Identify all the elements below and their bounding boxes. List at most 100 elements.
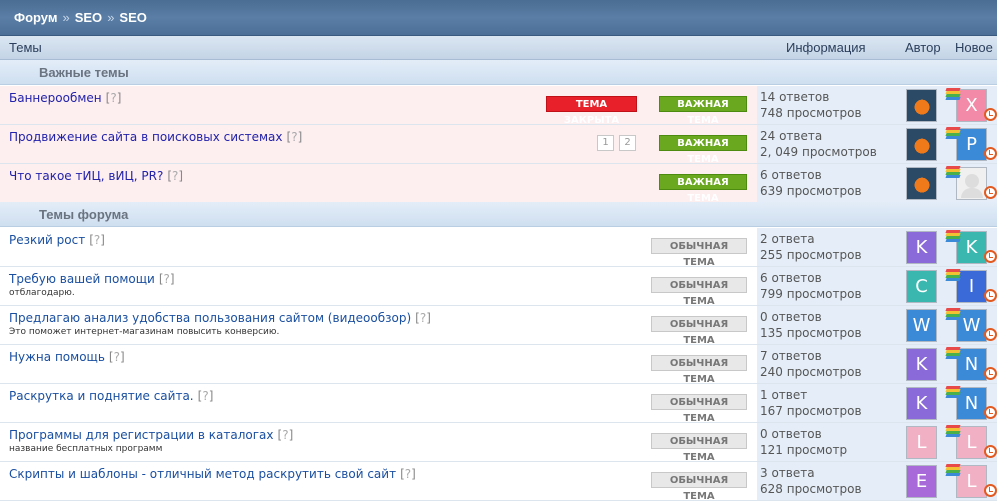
- topic-title-link[interactable]: Скрипты и шаблоны - отличный метод раскр…: [9, 467, 416, 481]
- topic-preview-icon[interactable]: [?]: [109, 350, 125, 364]
- goto-newest-icon[interactable]: [945, 308, 961, 324]
- topic-title-text[interactable]: Раскрутка и поднятие сайта.: [9, 389, 194, 403]
- clock-icon[interactable]: [984, 406, 997, 419]
- avatar-letter: L: [966, 471, 977, 492]
- goto-newest-icon[interactable]: [945, 230, 961, 246]
- topic-title-link[interactable]: Баннерообмен [?]: [9, 91, 121, 105]
- topic-title-text[interactable]: Нужна помощь: [9, 350, 105, 364]
- topic-preview-icon[interactable]: [?]: [198, 389, 214, 403]
- author-avatar[interactable]: [906, 128, 937, 161]
- clock-icon[interactable]: [984, 108, 997, 121]
- last-poster-avatar[interactable]: L: [956, 426, 987, 459]
- clock-icon[interactable]: [984, 328, 997, 341]
- avatar-letter: L: [966, 432, 977, 453]
- topic-title-link[interactable]: Предлагаю анализ удобства пользования са…: [9, 311, 431, 325]
- topic-main-cell: Программы для регистрации в каталогах [?]…: [0, 423, 757, 463]
- topic-row: Резкий рост [?] ОБЫЧНАЯ ТЕМА 2 ответа 255 пр…: [0, 228, 997, 268]
- clock-icon[interactable]: [984, 445, 997, 458]
- breadcrumb-seo-link[interactable]: SEO: [75, 10, 102, 25]
- clock-icon[interactable]: [984, 186, 997, 199]
- breadcrumb-forum-link[interactable]: Форум: [14, 10, 57, 25]
- topic-author: K: [900, 384, 946, 422]
- clock-icon[interactable]: [984, 289, 997, 302]
- topic-preview-icon[interactable]: [?]: [167, 169, 183, 183]
- topic-title-text[interactable]: Предлагаю анализ удобства пользования са…: [9, 311, 411, 325]
- topic-title-text[interactable]: Программы для регистрации в каталогах: [9, 428, 274, 442]
- default-avatar-icon: [965, 174, 979, 188]
- topic-title-link[interactable]: Программы для регистрации в каталогах [?]: [9, 428, 293, 442]
- last-post: P: [945, 125, 997, 163]
- topic-preview-icon[interactable]: [?]: [287, 130, 303, 144]
- goto-newest-icon[interactable]: [945, 347, 961, 363]
- author-avatar[interactable]: K: [906, 231, 937, 264]
- topic-title-link[interactable]: Раскрутка и поднятие сайта. [?]: [9, 389, 213, 403]
- last-poster-avatar[interactable]: W: [956, 309, 987, 342]
- avatar-letter: X: [965, 95, 978, 116]
- last-poster-avatar[interactable]: K: [956, 231, 987, 264]
- topic-title-text[interactable]: Резкий рост: [9, 233, 85, 247]
- author-avatar[interactable]: C: [906, 270, 937, 303]
- avatar-letter: P: [966, 134, 977, 155]
- last-poster-avatar[interactable]: I: [956, 270, 987, 303]
- topic-title-text[interactable]: Скрипты и шаблоны - отличный метод раскр…: [9, 467, 396, 481]
- topic-title-text[interactable]: Требую вашей помощи: [9, 272, 155, 286]
- topic-author: C: [900, 267, 946, 305]
- topic-preview-icon[interactable]: [?]: [278, 428, 294, 442]
- topic-preview-icon[interactable]: [?]: [400, 467, 416, 481]
- topic-preview-icon[interactable]: [?]: [159, 272, 175, 286]
- clock-icon[interactable]: [984, 147, 997, 160]
- author-avatar[interactable]: L: [906, 426, 937, 459]
- topic-title-link[interactable]: Продвижение сайта в поисковых системах [?…: [9, 130, 302, 144]
- last-poster-avatar[interactable]: [956, 167, 987, 200]
- topic-main-cell: Баннерообмен [?] ТЕМА ЗАКРЫТА ВАЖНАЯ ТЕМА: [0, 86, 757, 126]
- author-avatar[interactable]: [906, 167, 937, 200]
- topic-title-link[interactable]: Что такое тИЦ, вИЦ, PR? [?]: [9, 169, 183, 183]
- breadcrumb: Форум » SEO » SEO: [0, 0, 997, 36]
- goto-newest-icon[interactable]: [945, 464, 961, 480]
- goto-newest-icon[interactable]: [945, 166, 961, 182]
- author-avatar[interactable]: W: [906, 309, 937, 342]
- goto-newest-icon[interactable]: [945, 88, 961, 104]
- breadcrumb-seo-current[interactable]: SEO: [119, 10, 146, 25]
- topic-info: 24 ответа 2, 049 просмотров: [757, 125, 900, 163]
- reply-count: 2 ответа: [760, 232, 815, 246]
- author-avatar[interactable]: K: [906, 387, 937, 420]
- clock-icon[interactable]: [984, 250, 997, 263]
- topic-row: Нужна помощь [?] ОБЫЧНАЯ ТЕМА 7 ответов 240 …: [0, 345, 997, 385]
- topic-row: Предлагаю анализ удобства пользования са…: [0, 306, 997, 346]
- topic-title-text[interactable]: Продвижение сайта в поисковых системах: [9, 130, 283, 144]
- goto-newest-icon[interactable]: [945, 386, 961, 402]
- page-link-2[interactable]: 2: [619, 135, 636, 151]
- page-link-1[interactable]: 1: [597, 135, 614, 151]
- author-avatar[interactable]: K: [906, 348, 937, 381]
- author-avatar[interactable]: E: [906, 465, 937, 498]
- topic-title-link[interactable]: Резкий рост [?]: [9, 233, 105, 247]
- topic-main-cell: Скрипты и шаблоны - отличный метод раскр…: [0, 462, 757, 502]
- last-poster-avatar[interactable]: P: [956, 128, 987, 161]
- topic-title-text[interactable]: Что такое тИЦ, вИЦ, PR?: [9, 169, 163, 183]
- topic-preview-icon[interactable]: [?]: [415, 311, 431, 325]
- ordinary-badge: ОБЫЧНАЯ ТЕМА: [651, 433, 747, 463]
- topic-info: 7 ответов 240 просмотров: [757, 345, 900, 383]
- reply-count: 7 ответов: [760, 349, 822, 363]
- clock-icon[interactable]: [984, 367, 997, 380]
- clock-icon[interactable]: [984, 484, 997, 497]
- topic-author: E: [900, 462, 946, 500]
- last-poster-avatar[interactable]: X: [956, 89, 987, 122]
- goto-newest-icon[interactable]: [945, 425, 961, 441]
- last-poster-avatar[interactable]: L: [956, 465, 987, 498]
- col-topics: Темы: [9, 40, 42, 55]
- last-poster-avatar[interactable]: N: [956, 348, 987, 381]
- topic-preview-icon[interactable]: [?]: [106, 91, 122, 105]
- topic-info: 6 ответов 799 просмотров: [757, 267, 900, 305]
- topic-title-text[interactable]: Баннерообмен: [9, 91, 102, 105]
- author-avatar[interactable]: [906, 89, 937, 122]
- goto-newest-icon[interactable]: [945, 127, 961, 143]
- topic-title-link[interactable]: Требую вашей помощи [?]: [9, 272, 175, 286]
- topic-main-cell: Предлагаю анализ удобства пользования са…: [0, 306, 757, 346]
- topic-preview-icon[interactable]: [?]: [89, 233, 105, 247]
- topic-title-link[interactable]: Нужна помощь [?]: [9, 350, 125, 364]
- reply-count: 3 ответа: [760, 466, 815, 480]
- last-poster-avatar[interactable]: N: [956, 387, 987, 420]
- goto-newest-icon[interactable]: [945, 269, 961, 285]
